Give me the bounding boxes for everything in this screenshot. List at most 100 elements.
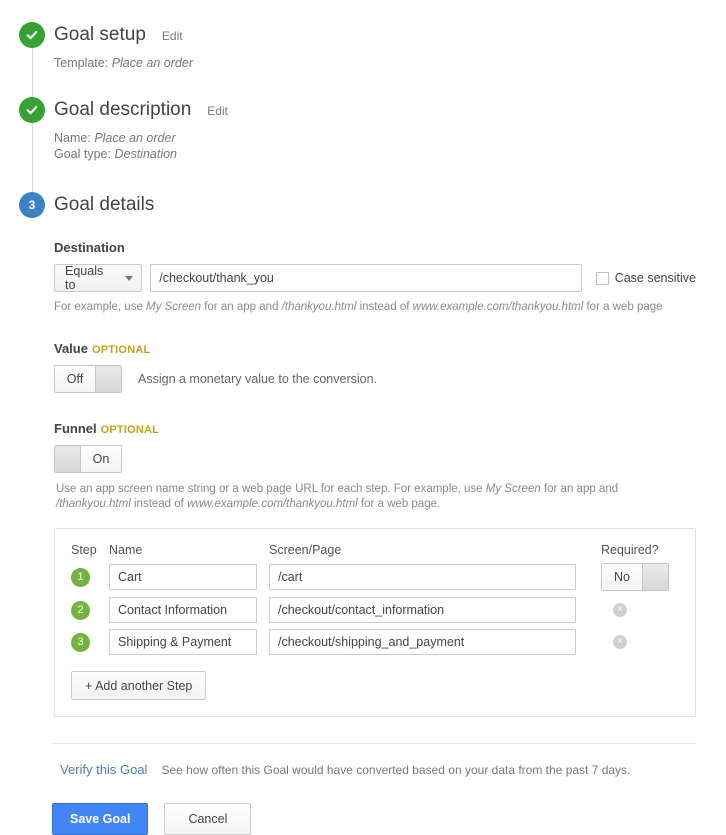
case-sensitive-label: Case sensitive	[615, 271, 696, 285]
goal-name-label: Name:	[54, 131, 91, 145]
funnel-section: Funnel OPTIONAL On Use an app screen name…	[54, 421, 696, 717]
checkbox-box-icon	[596, 272, 609, 285]
verify-this-goal-link[interactable]: Verify this Goal	[60, 762, 147, 777]
funnel-hint: Use an app screen name string or a web p…	[56, 482, 696, 512]
funnel-optional-badge: OPTIONAL	[101, 424, 159, 436]
funnel-step-required-knob	[642, 564, 668, 590]
page-title-goal-description: Goal description	[54, 97, 191, 123]
wizard-step-goal-description: Goal description Edit Name: Place an ord…	[0, 97, 726, 162]
funnel-step-page-cell	[269, 564, 589, 590]
destination-section-label: Destination	[54, 240, 696, 255]
funnel-step-actions-cell: ×	[589, 635, 679, 649]
goal-name-value: Place an order	[94, 131, 175, 145]
check-icon	[19, 22, 45, 48]
value-toggle-label: Off	[55, 366, 95, 392]
remove-step-icon[interactable]: ×	[613, 603, 627, 617]
funnel-step-name-cell	[109, 629, 257, 655]
goal-type-value: Destination	[114, 147, 177, 161]
wizard-step-goal-setup: Goal setup Edit Template: Place an order	[0, 22, 726, 71]
funnel-toggle[interactable]: On	[54, 445, 122, 473]
funnel-hint-em-2: /thankyou.html	[56, 498, 131, 510]
add-another-step-button[interactable]: + Add another Step	[71, 671, 206, 700]
edit-goal-setup-link[interactable]: Edit	[162, 29, 183, 43]
funnel-step-name-cell	[109, 597, 257, 623]
funnel-section-label: Funnel OPTIONAL	[54, 421, 696, 436]
edit-goal-description-link[interactable]: Edit	[207, 104, 228, 118]
value-section: Value OPTIONAL Off Assign a monetary valu…	[54, 341, 696, 393]
column-header-step: Step	[71, 543, 109, 557]
value-toggle-description: Assign a monetary value to the conversio…	[138, 372, 377, 386]
funnel-hint-part-4: for a web page.	[358, 498, 440, 510]
funnel-hint-em-1: My Screen	[486, 483, 541, 495]
funnel-step-number-cell: 2	[71, 601, 109, 620]
destination-row: Equals to Case sensitive	[54, 264, 696, 292]
goal-wizard: Goal setup Edit Template: Place an order…	[0, 0, 726, 218]
funnel-toggle-label: On	[81, 446, 121, 472]
table-row: 2 ×	[71, 597, 679, 623]
save-goal-button[interactable]: Save Goal	[52, 803, 148, 835]
funnel-step-number-cell: 3	[71, 633, 109, 652]
funnel-step-name-input[interactable]	[109, 564, 257, 590]
funnel-label-text: Funnel	[54, 421, 97, 436]
funnel-step-page-cell	[269, 629, 589, 655]
case-sensitive-checkbox[interactable]: Case sensitive	[596, 271, 696, 285]
value-toggle[interactable]: Off	[54, 365, 122, 393]
remove-step-icon[interactable]: ×	[613, 635, 627, 649]
step-number-badge: 1	[71, 568, 90, 587]
value-optional-badge: OPTIONAL	[92, 344, 150, 356]
step-number-badge: 2	[71, 601, 90, 620]
funnel-step-number-cell: 1	[71, 568, 109, 587]
funnel-step-name-input[interactable]	[109, 597, 257, 623]
destination-hint-part-2: for an app and	[201, 301, 282, 313]
funnel-step-required-label: No	[602, 564, 642, 590]
funnel-hint-part-1: Use an app screen name string or a web p…	[56, 483, 486, 495]
destination-hint-em-1: My Screen	[146, 301, 201, 313]
match-type-value: Equals to	[65, 264, 115, 292]
funnel-step-name-cell	[109, 564, 257, 590]
destination-hint-em-2: /thankyou.html	[282, 301, 357, 313]
funnel-step-page-input[interactable]	[269, 597, 576, 623]
value-section-label: Value OPTIONAL	[54, 341, 696, 356]
funnel-step-required-cell: No	[589, 563, 679, 591]
page-title-goal-setup: Goal setup	[54, 22, 146, 48]
template-label: Template:	[54, 56, 108, 70]
funnel-step-page-input[interactable]	[269, 629, 576, 655]
table-row: 1 No	[71, 563, 679, 591]
goal-description-summary: Name: Place an order Goal type: Destinat…	[54, 130, 726, 162]
goal-type-label: Goal type:	[54, 147, 111, 161]
wizard-step-goal-details: 3 Goal details	[0, 192, 726, 218]
chevron-down-icon	[125, 276, 133, 281]
funnel-toggle-knob	[55, 446, 81, 472]
funnel-hint-part-2: for an app and	[541, 483, 618, 495]
destination-input[interactable]	[150, 264, 581, 292]
column-header-required: Required?	[589, 543, 679, 557]
step-number-badge: 3	[71, 633, 90, 652]
column-header-name: Name	[109, 543, 257, 557]
funnel-step-required-toggle[interactable]: No	[601, 563, 669, 591]
step-number-badge: 3	[19, 192, 45, 218]
funnel-hint-em-3: www.example.com/thankyou.html	[187, 498, 358, 510]
destination-hint-em-3: www.example.com/thankyou.html	[413, 301, 584, 313]
match-type-select[interactable]: Equals to	[54, 264, 142, 292]
goal-details-body: Destination Equals to Case sensitive For…	[0, 240, 726, 717]
funnel-step-page-input[interactable]	[269, 564, 576, 590]
cancel-button[interactable]: Cancel	[164, 803, 251, 835]
destination-hint-part-4: for a web page	[583, 301, 662, 313]
funnel-hint-part-3: instead of	[131, 498, 187, 510]
destination-hint-part-1: For example, use	[54, 301, 146, 313]
check-icon	[19, 97, 45, 123]
column-header-screen-page: Screen/Page	[269, 543, 589, 557]
funnel-steps-panel: Step Name Screen/Page Required? 1 No	[54, 528, 696, 717]
goal-setup-summary: Template: Place an order	[54, 55, 726, 71]
verify-goal-row: Verify this Goal See how often this Goal…	[0, 744, 726, 777]
destination-hint: For example, use My Screen for an app an…	[54, 300, 696, 315]
destination-hint-part-3: instead of	[356, 301, 412, 313]
funnel-step-name-input[interactable]	[109, 629, 257, 655]
value-label-text: Value	[54, 341, 88, 356]
page-title-goal-details: Goal details	[54, 192, 154, 218]
value-toggle-row: Off Assign a monetary value to the conve…	[54, 365, 696, 393]
funnel-step-page-cell	[269, 597, 589, 623]
verify-goal-description: See how often this Goal would have conve…	[161, 763, 630, 777]
template-value: Place an order	[112, 56, 193, 70]
form-actions: Save Goal Cancel	[0, 777, 726, 835]
